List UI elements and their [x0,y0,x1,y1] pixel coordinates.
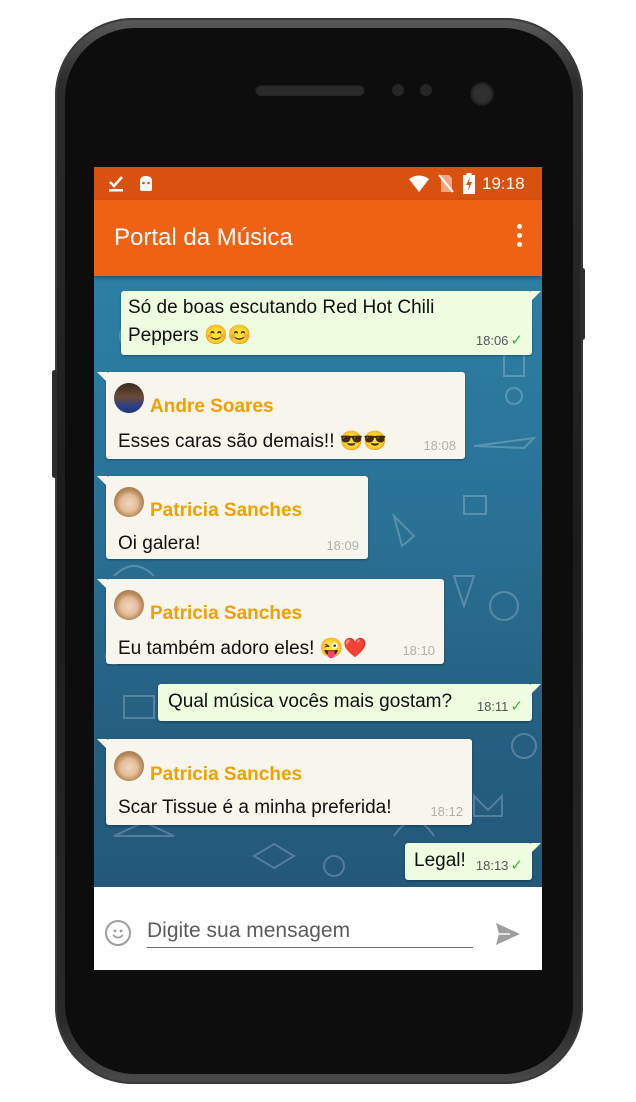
check-icon: ✓ [510,857,523,874]
sender-name: Patricia Sanches [150,500,303,521]
check-icon: ✓ [510,332,523,349]
message-text: Esses caras são demais!! 😎😎 [118,431,388,452]
chat-area[interactable]: Só de boas escutando Red Hot Chili Peppe… [94,276,542,887]
avatar[interactable] [114,487,144,517]
message-bubble-incoming[interactable]: Patricia Sanches Oi galera! 18:09 [97,476,368,559]
message-text: Peppers 😊😊 [128,325,252,346]
message-time: 18:13 [475,858,509,873]
message-time: 18:08 [423,438,456,453]
message-bubble-incoming[interactable]: Patricia Sanches Eu também adoro eles! 😜… [97,579,444,664]
composer-bar [94,887,542,970]
message-text: Legal! [414,850,466,871]
battery-charging-icon [463,173,475,194]
avatar[interactable] [114,590,144,620]
overflow-menu-icon[interactable] [516,224,524,252]
volume-button [52,370,57,478]
app-bar: Portal da Música [94,200,542,276]
status-time: 19:18 [482,174,525,193]
message-time: 18:12 [430,804,463,819]
message-text: Eu também adoro eles! 😜❤️ [118,638,368,659]
message-text: Qual música vocês mais gostam? [168,691,453,712]
message-time: 18:06 [475,333,509,348]
android-icon [140,176,152,191]
message-text: Scar Tissue é a minha preferida! [118,797,392,818]
status-bar: 19:18 [94,167,542,200]
message-text: Só de boas escutando Red Hot Chili [128,297,435,318]
phone-chin [94,970,542,972]
wifi-icon [409,175,429,192]
message-time: 18:09 [326,538,359,553]
earpiece-speaker [255,84,365,96]
message-bubble-outgoing[interactable]: Qual música vocês mais gostam? 18:11 ✓ [158,684,541,721]
sender-name: Andre Soares [150,396,274,417]
front-camera [470,82,494,106]
message-text: Oi galera! [118,533,201,554]
sensor-dot [420,84,432,96]
avatar[interactable] [114,751,144,781]
message-time: 18:11 [476,699,509,714]
no-sim-icon [438,174,454,193]
message-bubble-outgoing[interactable]: Legal! 18:13 ✓ [405,843,541,880]
send-icon[interactable] [494,920,522,948]
message-bubble-outgoing[interactable]: Só de boas escutando Red Hot Chili Peppe… [121,291,541,355]
message-input[interactable] [147,915,473,948]
message-bubble-incoming[interactable]: Patricia Sanches Scar Tissue é a minha p… [97,739,472,825]
sender-name: Patricia Sanches [150,764,303,785]
emoji-icon[interactable] [105,920,131,946]
power-button [580,268,585,340]
check-icon: ✓ [510,698,523,715]
sensor-dot [392,84,404,96]
app-title: Portal da Música [114,224,293,251]
sender-name: Patricia Sanches [150,603,303,624]
avatar[interactable] [114,383,144,413]
message-bubble-incoming[interactable]: Andre Soares Esses caras são demais!! 😎😎… [97,372,465,459]
download-done-icon [109,176,123,192]
message-time: 18:10 [402,643,435,658]
screen: 19:18 Portal da Música Só de boas escuta… [94,167,542,970]
